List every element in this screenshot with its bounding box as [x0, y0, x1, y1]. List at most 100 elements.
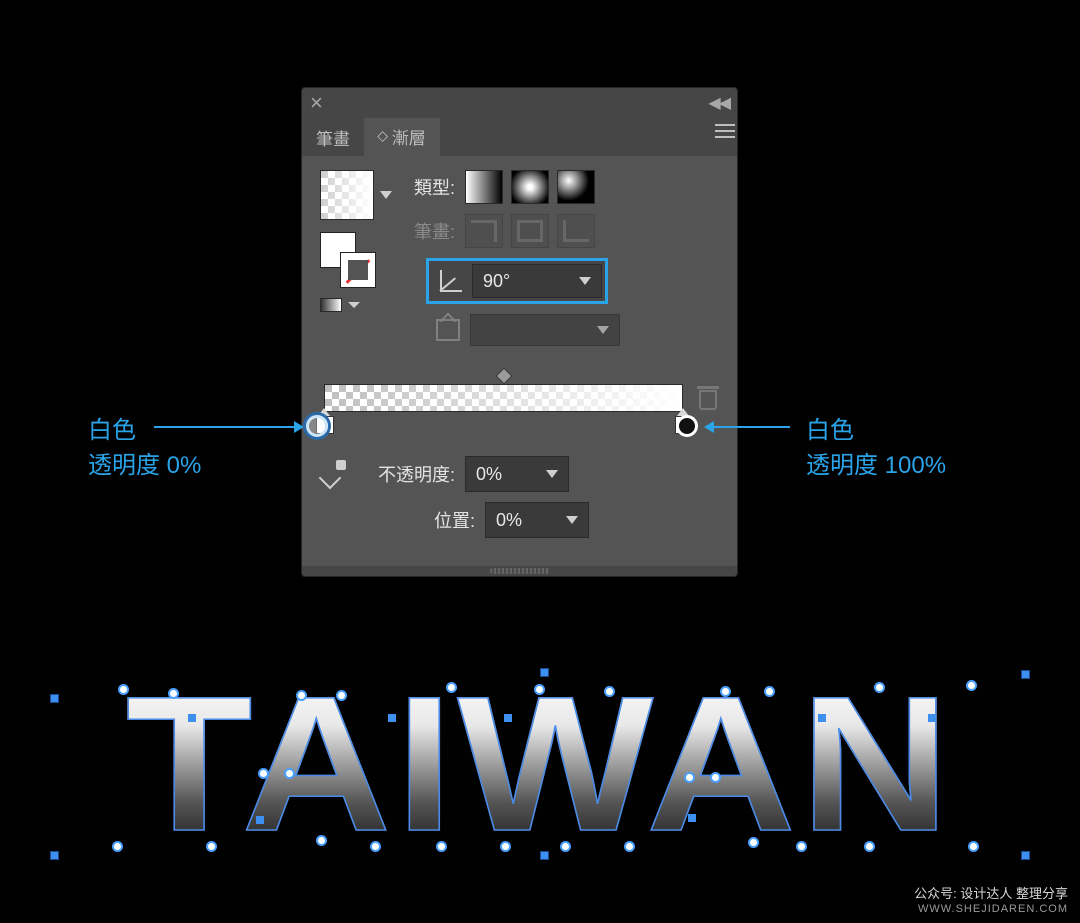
angle-icon [438, 268, 464, 294]
gradient-panel: × ◀◀ 筆畫 ◇ 漸層 [301, 87, 738, 577]
midpoint-handle[interactable] [495, 368, 512, 385]
reverse-gradient-icon[interactable] [320, 298, 342, 312]
anchor-point[interactable] [168, 688, 179, 699]
type-label: 類型: [414, 174, 455, 200]
callout-right-line2: 透明度 100% [806, 449, 946, 484]
opacity-field[interactable]: 0% [465, 456, 569, 492]
anchor-point[interactable] [864, 841, 875, 852]
type-linear-button[interactable] [465, 170, 503, 204]
gradient-preview-swatch[interactable] [320, 170, 374, 220]
aspect-dropdown-icon [587, 315, 619, 345]
watermark-line1: 公众号: 设计达人 整理分享 [914, 885, 1068, 903]
panel-body: 類型: 筆畫: [302, 156, 737, 566]
anchor-point[interactable] [968, 841, 979, 852]
tab-stroke[interactable]: 筆畫 [302, 118, 364, 156]
selection-handle[interactable] [540, 668, 549, 677]
angle-field[interactable]: 90° [472, 264, 602, 298]
anchor-point[interactable] [436, 841, 447, 852]
fill-stroke-toggle[interactable] [320, 232, 376, 288]
close-icon[interactable]: × [310, 92, 323, 114]
opacity-dropdown-icon[interactable] [536, 457, 568, 491]
swatch-menu-caret-icon[interactable] [380, 191, 392, 199]
anchor-square[interactable] [504, 714, 512, 722]
opacity-label: 不透明度: [378, 461, 455, 487]
callout-left: 白色 透明度 0% [88, 414, 201, 484]
panel-titlebar: × ◀◀ [302, 88, 737, 118]
arrow-left [154, 426, 302, 428]
selection-handle[interactable] [50, 851, 59, 860]
stroke-along-button [511, 214, 549, 248]
aspect-field [470, 314, 620, 346]
callout-right-line1: 白色 [806, 414, 946, 449]
callout-left-line2: 透明度 0% [88, 449, 201, 484]
anchor-point[interactable] [500, 841, 511, 852]
gradient-bar[interactable] [324, 384, 683, 412]
anchor-point[interactable] [874, 682, 885, 693]
arrow-right [706, 426, 790, 428]
location-field[interactable]: 0% [485, 502, 589, 538]
anchor-point[interactable] [764, 686, 775, 697]
anchor-point[interactable] [796, 841, 807, 852]
anchor-point[interactable] [370, 841, 381, 852]
anchor-square[interactable] [256, 816, 264, 824]
stroke-within-button [465, 214, 503, 248]
anchor-square[interactable] [388, 714, 396, 722]
gradient-ramp[interactable] [324, 384, 683, 412]
anchor-point[interactable] [118, 684, 129, 695]
location-value: 0% [486, 510, 556, 531]
anchor-point[interactable] [446, 682, 457, 693]
anchor-point[interactable] [966, 680, 977, 691]
anchor-point[interactable] [710, 772, 721, 783]
artwork-text[interactable]: TAIWAN [9, 668, 1072, 860]
anchor-point[interactable] [284, 768, 295, 779]
stage: × ◀◀ 筆畫 ◇ 漸層 [0, 0, 1080, 923]
stroke-across-button [557, 214, 595, 248]
selection-handle[interactable] [1021, 670, 1030, 679]
anchor-square[interactable] [818, 714, 826, 722]
anchor-point[interactable] [296, 690, 307, 701]
stroke-swatch[interactable] [340, 252, 376, 288]
selection-handle[interactable] [540, 851, 549, 860]
anchor-square[interactable] [188, 714, 196, 722]
anchor-point[interactable] [684, 772, 695, 783]
anchor-point[interactable] [748, 837, 759, 848]
delete-stop-icon[interactable] [697, 386, 719, 410]
anno-circle-left [306, 415, 328, 437]
anchor-point[interactable] [206, 841, 217, 852]
panel-resize-grip[interactable] [490, 568, 550, 574]
gradient-tab-icon: ◇ [375, 131, 392, 142]
callout-right: 白色 透明度 100% [806, 414, 946, 484]
panel-tabs: 筆畫 ◇ 漸層 [302, 118, 737, 156]
callout-left-line1: 白色 [88, 414, 201, 449]
canvas-artwork[interactable]: TAIWAN [48, 668, 1032, 858]
type-radial-button[interactable] [511, 170, 549, 204]
watermark: 公众号: 设计达人 整理分享 WWW.SHEJIDAREN.COM [914, 885, 1068, 917]
anchor-point[interactable] [560, 841, 571, 852]
watermark-line2: WWW.SHEJIDAREN.COM [914, 902, 1068, 917]
selection-handle[interactable] [50, 694, 59, 703]
anchor-point[interactable] [316, 835, 327, 846]
tab-gradient-label: 漸層 [392, 124, 426, 149]
type-freeform-button[interactable] [557, 170, 595, 204]
anchor-point[interactable] [534, 684, 545, 695]
anchor-point[interactable] [258, 768, 269, 779]
angle-dropdown-icon[interactable] [569, 265, 601, 297]
aspect-ratio-icon [436, 319, 460, 341]
anchor-point[interactable] [604, 686, 615, 697]
anchor-point[interactable] [112, 841, 123, 852]
eyedropper-icon[interactable] [320, 460, 348, 488]
selection-handle[interactable] [1021, 851, 1030, 860]
angle-value: 90° [473, 271, 569, 292]
panel-menu-icon[interactable] [713, 118, 737, 156]
tab-gradient[interactable]: ◇ 漸層 [364, 118, 440, 156]
anchor-square[interactable] [688, 814, 696, 822]
location-dropdown-icon[interactable] [556, 503, 588, 537]
stroke-apply-label: 筆畫: [414, 218, 455, 244]
anchor-point[interactable] [336, 690, 347, 701]
angle-highlight: 90° [426, 258, 608, 304]
anchor-point[interactable] [624, 841, 635, 852]
anchor-square[interactable] [928, 714, 936, 722]
anchor-point[interactable] [720, 686, 731, 697]
collapse-icon[interactable]: ◀◀ [708, 93, 729, 113]
mini-menu-caret-icon[interactable] [348, 302, 360, 308]
